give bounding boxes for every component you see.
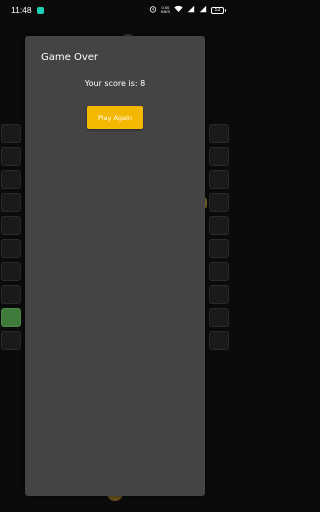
board-cell (209, 331, 229, 350)
game-over-dialog: Game Over Your score is: 8 Play Again (25, 36, 205, 496)
board-cell (1, 239, 21, 258)
signal-icon-2 (199, 5, 207, 15)
board-right-column (209, 124, 229, 350)
status-indicators: 0.00 KB/S 53 (149, 5, 226, 15)
board-cell (209, 147, 229, 166)
signal-icon-1 (187, 5, 195, 15)
dialog-title: Game Over (41, 52, 99, 63)
board-cell (1, 147, 21, 166)
board-cell (1, 216, 21, 235)
board-cell (1, 170, 21, 189)
board-cell (209, 262, 229, 281)
board-cell (209, 285, 229, 304)
board-cell (209, 308, 229, 327)
battery-icon: 53 (211, 6, 226, 14)
board-cell (1, 262, 21, 281)
board-cell (209, 216, 229, 235)
board-cell (1, 193, 21, 212)
board-cell (1, 285, 21, 304)
board-cell (1, 331, 21, 350)
wifi-icon (174, 5, 183, 15)
board-cell (1, 124, 21, 143)
board-cell (209, 193, 229, 212)
board-cell (209, 239, 229, 258)
app-notification-icon (36, 6, 44, 14)
board-left-column (1, 124, 21, 350)
board-cell-correct (1, 308, 21, 327)
status-time: 11:48 (11, 5, 32, 15)
board-cell (209, 124, 229, 143)
score-text: Your score is: 8 (84, 79, 146, 88)
status-bar: 11:48 0.00 KB/S 53 (0, 0, 230, 20)
network-speed: 0.00 KB/S (161, 6, 170, 14)
board-cell (209, 170, 229, 189)
network-speed-unit: KB/S (160, 9, 170, 14)
alarm-icon (149, 5, 157, 15)
play-again-button[interactable]: Play Again (87, 106, 143, 129)
